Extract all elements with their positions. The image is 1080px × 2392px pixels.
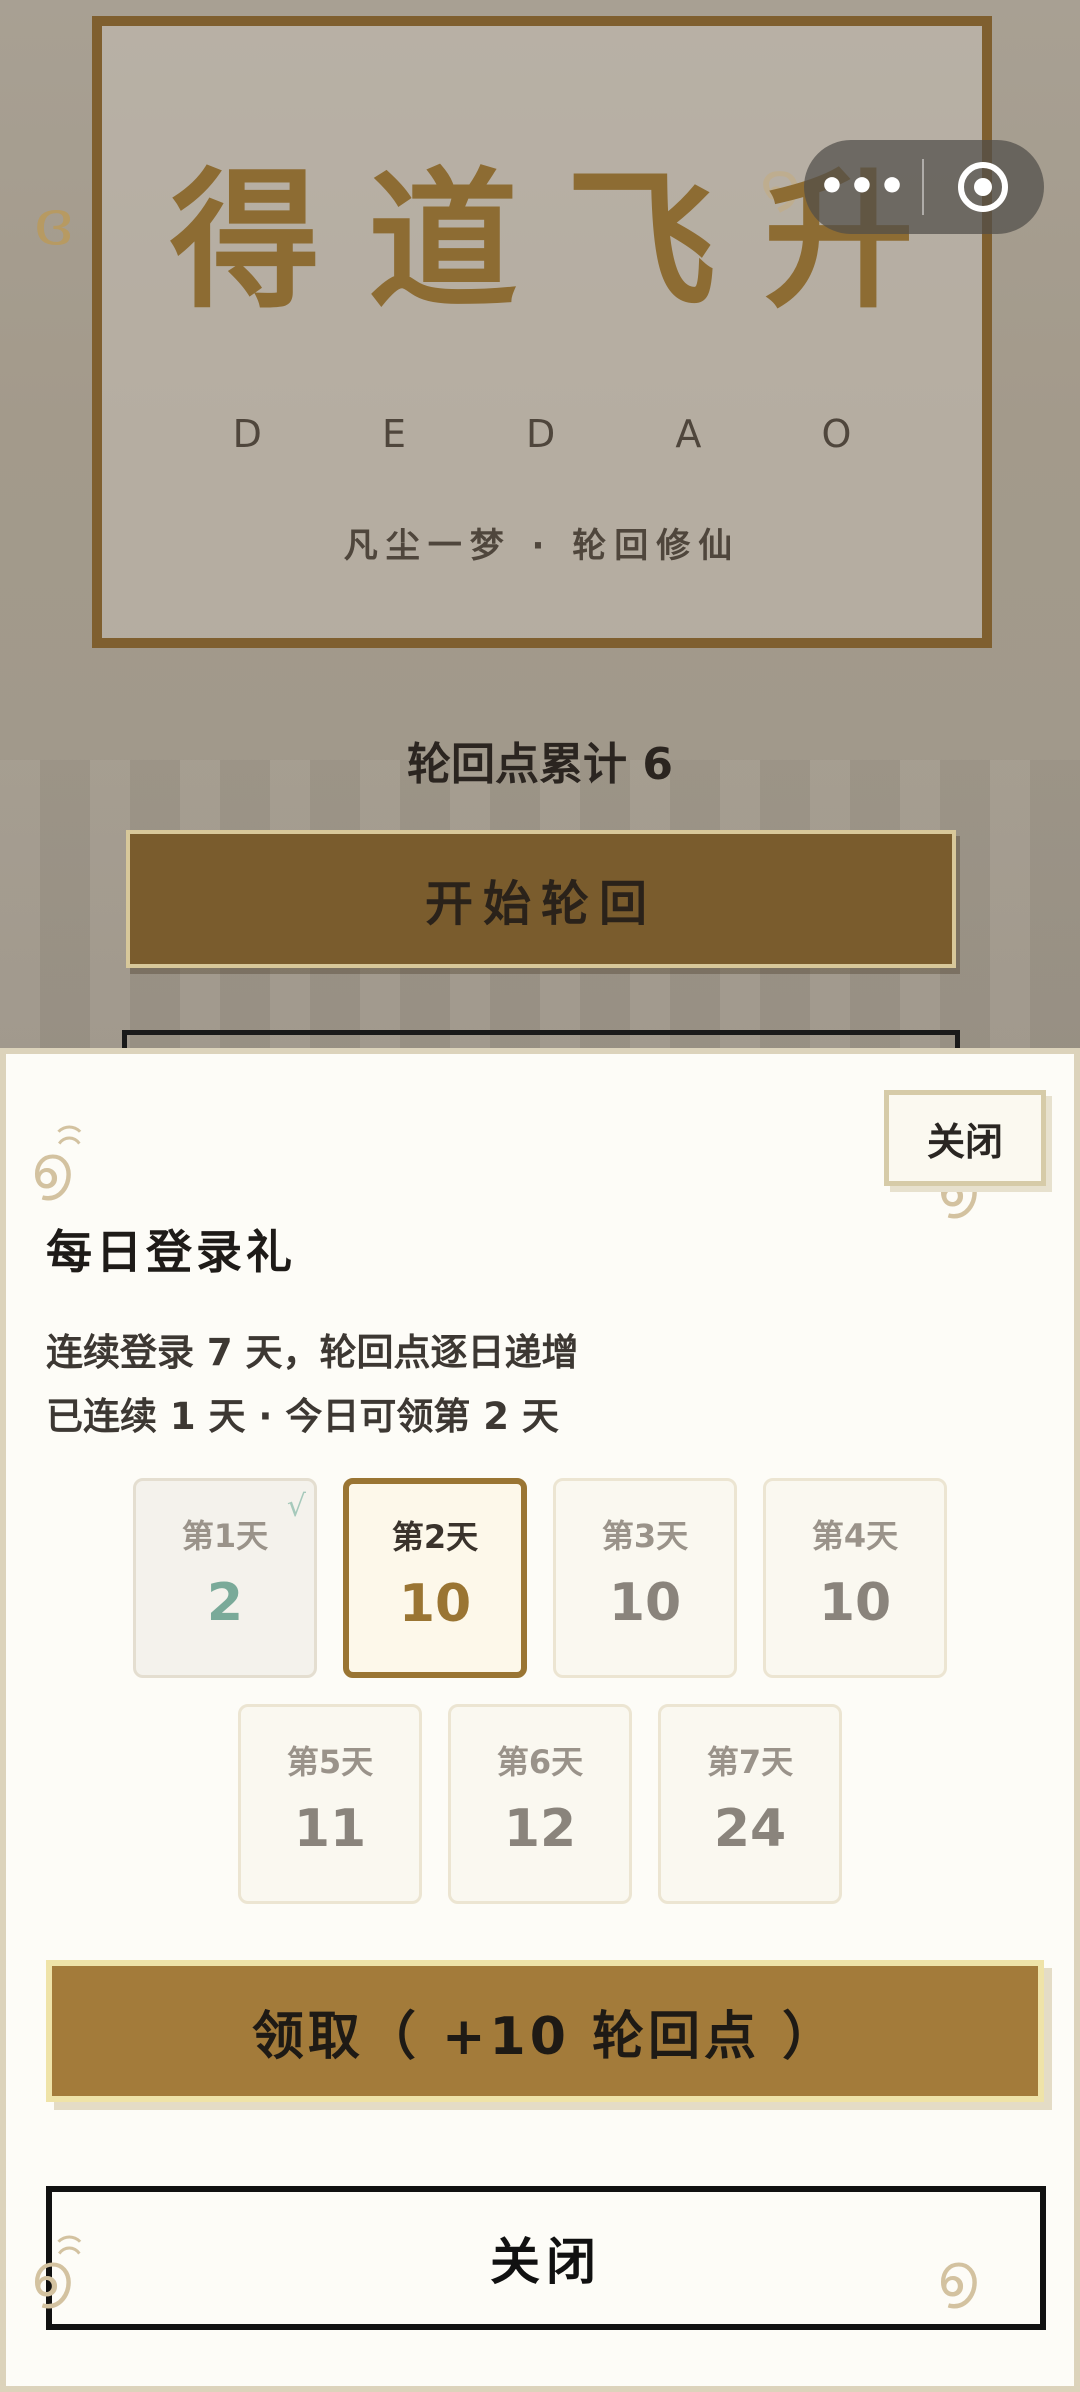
points-total: 轮回点累计 6: [407, 739, 673, 790]
day-reward: 10: [818, 1573, 892, 1633]
close-bottom-label: 关闭: [490, 2233, 602, 2291]
day-card-3: 第3天 10: [553, 1478, 737, 1678]
days-row-1: √ 第1天 2 第2天 10 第3天 10 第4天 10: [6, 1478, 1074, 1678]
day-card-7: 第7天 24: [658, 1704, 842, 1904]
day-label: 第7天: [706, 1743, 794, 1781]
day-card-4: 第4天 10: [763, 1478, 947, 1678]
day-label: 第3天: [601, 1517, 689, 1555]
home-background: ɞ ໑ 得道飞升 D E D A O 凡尘一梦 · 轮回修仙 ••• 轮回点累计…: [0, 0, 1080, 1060]
day-reward: 10: [608, 1573, 682, 1633]
record-ring: [958, 162, 1008, 212]
cloud-swirl-left-icon: ɞ: [34, 186, 74, 260]
cloud-ornament-bottom-left-icon: ൭: [30, 2241, 71, 2311]
day-label: 第1天: [181, 1517, 269, 1555]
cloud-ornament-top-left-icon: ൭: [30, 1133, 71, 1203]
day-reward: 2: [206, 1573, 244, 1633]
day-label: 第2天: [391, 1518, 479, 1556]
day-label: 第6天: [496, 1743, 584, 1781]
check-icon: √: [286, 1489, 306, 1524]
claim-reward-button[interactable]: 领取（ +10 轮回点 ）: [46, 1960, 1044, 2102]
close-bottom-button[interactable]: 关闭: [46, 2186, 1046, 2330]
day-card-1: √ 第1天 2: [133, 1478, 317, 1678]
daily-login-modal: ൭ ꩰ ൭ 关闭 每日登录礼 连续登录 7 天，轮回点逐日递增 已连续 1 天 …: [0, 1048, 1080, 2392]
more-options-icon[interactable]: •••: [804, 165, 922, 209]
day-reward: 11: [293, 1799, 367, 1859]
day-reward: 24: [713, 1799, 787, 1859]
game-tagline: 凡尘一梦 · 轮回修仙: [343, 526, 741, 566]
day-reward: 12: [503, 1799, 577, 1859]
close-mini-program-icon[interactable]: [924, 162, 1042, 212]
title-frame: 得道飞升 D E D A O 凡尘一梦 · 轮回修仙: [92, 16, 992, 648]
record-dot: [974, 178, 992, 196]
game-subtitle: D E D A O: [232, 412, 906, 456]
mini-program-capsule: •••: [804, 140, 1044, 234]
day-label: 第4天: [811, 1517, 899, 1555]
day-label: 第5天: [286, 1743, 374, 1781]
streak-status: 已连续 1 天 · 今日可领第 2 天: [46, 1395, 559, 1438]
day-reward: 10: [398, 1574, 472, 1634]
modal-title: 每日登录礼: [46, 1225, 296, 1279]
start-cycle-button[interactable]: 开始轮回: [126, 830, 956, 968]
days-row-2: 第5天 11 第6天 12 第7天 24: [6, 1704, 1074, 1904]
day-card-2[interactable]: 第2天 10: [343, 1478, 527, 1678]
close-top-button[interactable]: 关闭: [884, 1090, 1046, 1186]
modal-description: 连续登录 7 天，轮回点逐日递增: [46, 1331, 579, 1374]
day-card-6: 第6天 12: [448, 1704, 632, 1904]
cloud-ornament-bottom-right-icon: ൭: [936, 2241, 977, 2311]
day-card-5: 第5天 11: [238, 1704, 422, 1904]
